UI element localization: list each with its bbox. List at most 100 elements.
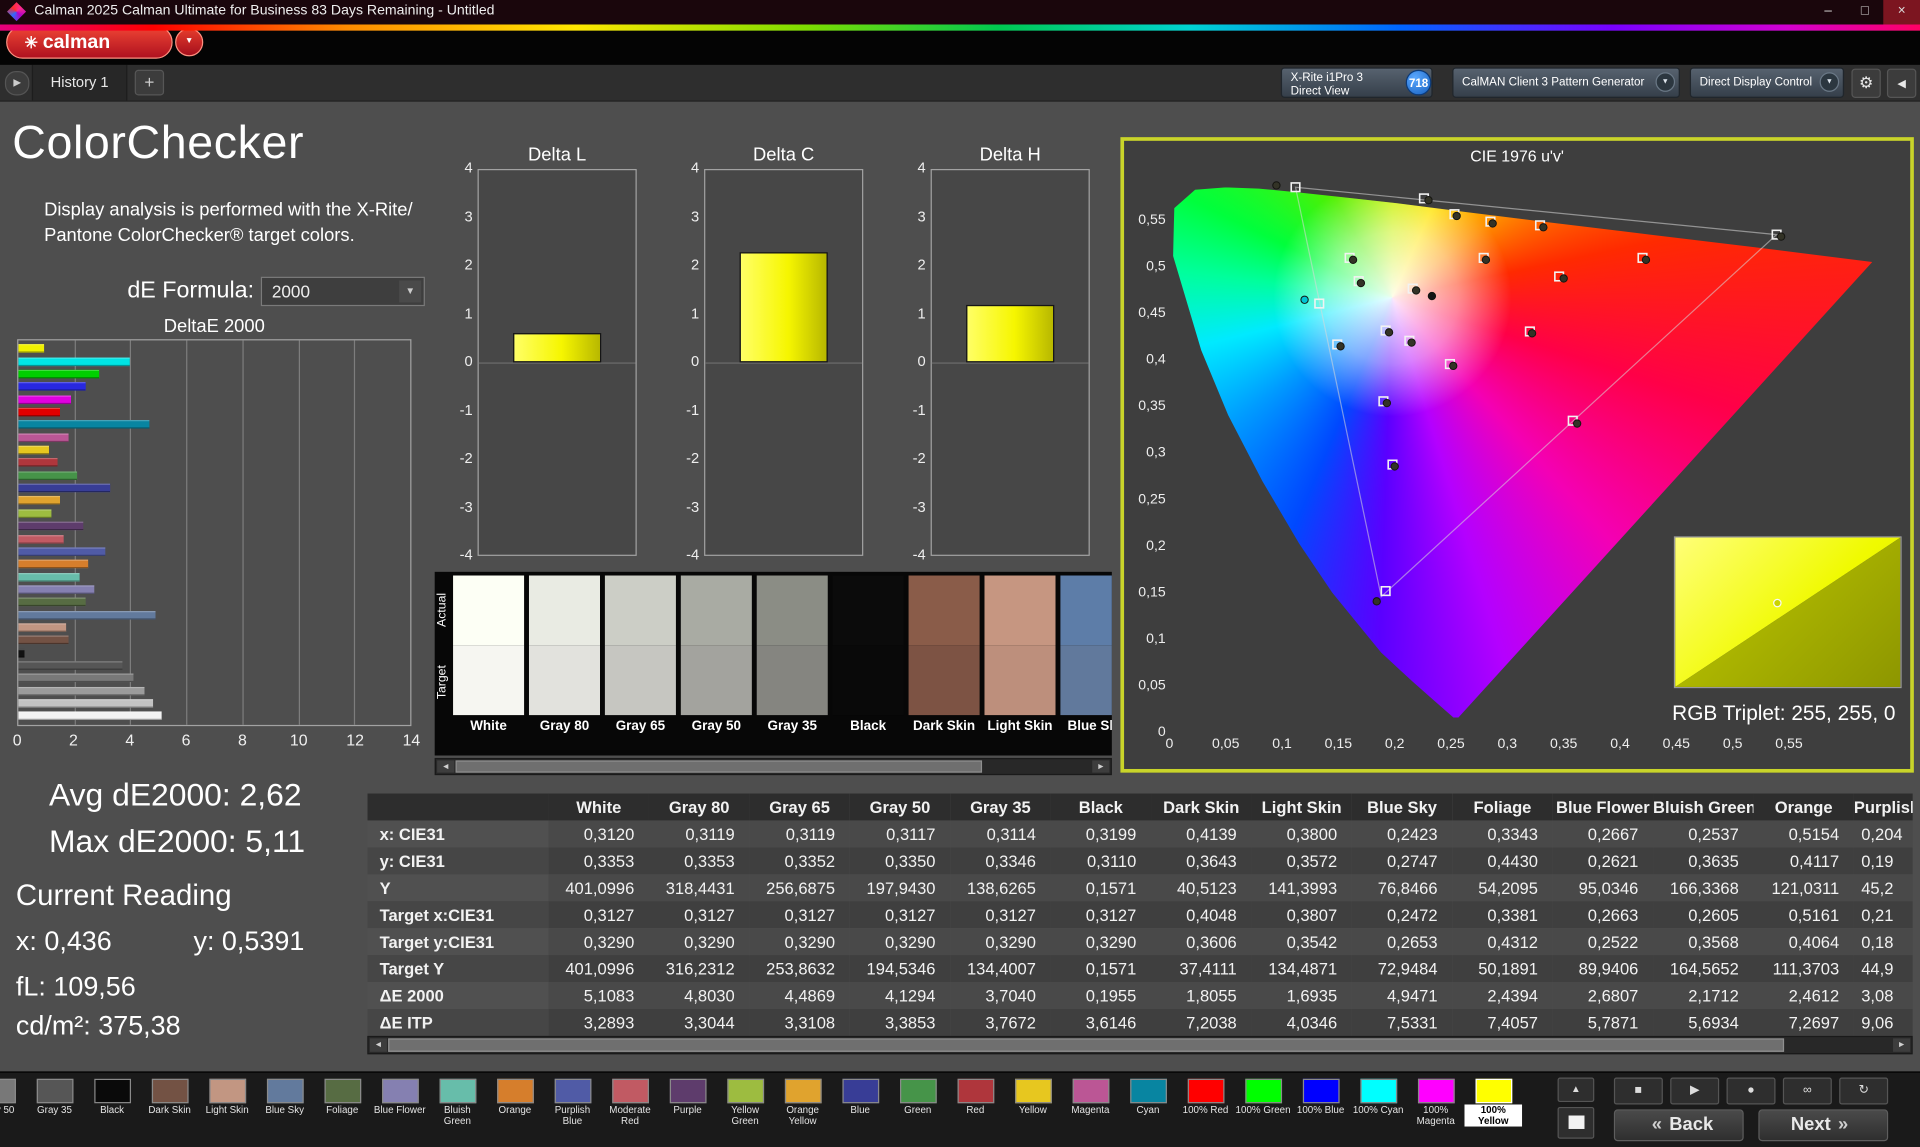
- row-label: y: CIE31: [367, 847, 548, 874]
- patch-button-green[interactable]: Green: [889, 1075, 947, 1144]
- deltae-bar: [18, 610, 155, 619]
- maximize-button[interactable]: □: [1847, 0, 1884, 24]
- scroll-right-icon[interactable]: ►: [1092, 760, 1109, 772]
- strip-swatch: Gray 50: [681, 576, 752, 738]
- patch-button-magenta[interactable]: Magenta: [1062, 1075, 1120, 1144]
- table-cell: 0,204: [1854, 820, 1913, 847]
- deltae-bar: [18, 484, 110, 493]
- strip-actual-swatch: [909, 576, 980, 646]
- patch-button-100-red[interactable]: 100% Red: [1177, 1075, 1235, 1144]
- patch-button-100-cyan[interactable]: 100% Cyan: [1349, 1075, 1407, 1144]
- table-cell: 7,4057: [1452, 1009, 1552, 1036]
- strip-swatch: Light Skin: [984, 576, 1055, 738]
- cie-xtick: 0,3: [1488, 737, 1527, 752]
- row-label: x: CIE31: [367, 820, 548, 847]
- patch-button-gray-35[interactable]: Gray 35: [26, 1075, 84, 1144]
- chevron-down-icon[interactable]: ▼: [399, 280, 421, 302]
- scroll-left-icon[interactable]: ◄: [370, 1038, 387, 1051]
- patch-label: 100% Yellow: [1464, 1104, 1522, 1126]
- delta-ytick: 3: [901, 208, 925, 225]
- delta-h-plot: [931, 169, 1090, 556]
- table-cell: 0,5161: [1753, 901, 1853, 928]
- gear-icon[interactable]: ⚙: [1851, 69, 1880, 98]
- column-header: Bluish Green: [1653, 793, 1753, 820]
- table-cell: 0,3290: [649, 928, 749, 955]
- scroll-left-icon[interactable]: ◄: [437, 760, 454, 772]
- table-cell: 0,3199: [1051, 820, 1151, 847]
- add-tab-button[interactable]: +: [135, 70, 164, 96]
- patch-button-100-yellow[interactable]: 100% Yellow: [1464, 1075, 1522, 1144]
- minimize-button[interactable]: –: [1810, 0, 1847, 24]
- patch-button-blue[interactable]: Blue: [831, 1075, 889, 1144]
- delta-ytick: 2: [901, 256, 925, 273]
- table-cell: 111,3703: [1753, 955, 1853, 982]
- patch-button-blue-sky[interactable]: Blue Sky: [256, 1075, 314, 1144]
- pattern-generator-dropdown[interactable]: CalMAN Client 3 Pattern Generator ▼: [1452, 67, 1680, 98]
- scrollbar-thumb[interactable]: [456, 760, 983, 772]
- table-cell: 0,4312: [1452, 928, 1552, 955]
- table-cell: 318,4431: [649, 874, 749, 901]
- patch-button-gray-50[interactable]: Gray 50: [0, 1075, 26, 1144]
- continuous-icon[interactable]: ∞: [1783, 1078, 1832, 1105]
- delta-l-chart: Delta L 43210-1-2-3-4: [448, 144, 641, 575]
- cie-ytick: 0,4: [1127, 353, 1166, 368]
- chevron-down-icon[interactable]: ▼: [1820, 72, 1840, 92]
- loop-icon[interactable]: ↻: [1839, 1078, 1888, 1105]
- patch-button-foliage[interactable]: Foliage: [313, 1075, 371, 1144]
- strip-scrollbar[interactable]: ◄ ►: [435, 758, 1112, 775]
- table-cell: 3,2893: [549, 1009, 649, 1036]
- cie-xtick: 0,45: [1657, 737, 1696, 752]
- stop-icon[interactable]: ■: [1614, 1078, 1663, 1105]
- de-formula-select[interactable]: 2000 ▼: [261, 277, 425, 306]
- tab-history-1[interactable]: History 1: [32, 65, 128, 101]
- deltae-xaxis: 02468101214: [17, 731, 411, 751]
- chevron-down-icon[interactable]: ▼: [1656, 72, 1676, 92]
- patch-button-100-magenta[interactable]: 100% Magenta: [1407, 1075, 1465, 1144]
- patch-button-light-skin[interactable]: Light Skin: [198, 1075, 256, 1144]
- patch-button-dark-skin[interactable]: Dark Skin: [141, 1075, 199, 1144]
- patch-buttons: Gray 50Gray 35BlackDark SkinLight SkinBl…: [0, 1075, 1522, 1144]
- deltae-bar: [18, 712, 161, 721]
- record-icon[interactable]: ●: [1727, 1078, 1776, 1105]
- patch-button-100-green[interactable]: 100% Green: [1234, 1075, 1292, 1144]
- patch-button-blue-flower[interactable]: Blue Flower: [371, 1075, 429, 1144]
- deltae-bar: [18, 357, 130, 366]
- play-icon[interactable]: ▶: [1670, 1078, 1719, 1105]
- patch-button-100-blue[interactable]: 100% Blue: [1292, 1075, 1350, 1144]
- cie-xtick: 0: [1150, 737, 1189, 752]
- calman-logo[interactable]: ✳calman: [6, 26, 173, 59]
- pattern-window-button[interactable]: [1558, 1107, 1595, 1139]
- table-cell: 0,19: [1854, 847, 1913, 874]
- patch-button-black[interactable]: Black: [83, 1075, 141, 1144]
- patch-button-orange[interactable]: Orange: [486, 1075, 544, 1144]
- patch-button-red[interactable]: Red: [947, 1075, 1005, 1144]
- patch-button-yellow-green[interactable]: Yellow Green: [716, 1075, 774, 1144]
- patch-button-purple[interactable]: Purple: [659, 1075, 717, 1144]
- patch-button-bluish-green[interactable]: Bluish Green: [429, 1075, 487, 1144]
- next-button[interactable]: Next»: [1758, 1109, 1888, 1141]
- display-control-dropdown[interactable]: Direct Display Control ▼: [1690, 67, 1844, 98]
- strip-swatch: Gray 80: [529, 576, 600, 738]
- patch-button-cyan[interactable]: Cyan: [1119, 1075, 1177, 1144]
- back-button[interactable]: «Back: [1614, 1109, 1744, 1141]
- patch-color-swatch: [381, 1079, 418, 1103]
- patch-button-moderate-red[interactable]: Moderate Red: [601, 1075, 659, 1144]
- layout-nav-button[interactable]: ▶: [5, 71, 29, 95]
- eject-icon[interactable]: ▲: [1558, 1078, 1595, 1102]
- cie-xtick: 0,2: [1375, 737, 1414, 752]
- delta-ytick: 4: [675, 159, 699, 176]
- column-header: Dark Skin: [1151, 793, 1251, 820]
- patch-button-yellow[interactable]: Yellow: [1004, 1075, 1062, 1144]
- close-button[interactable]: ×: [1883, 0, 1920, 24]
- table-scrollbar[interactable]: ◄ ►: [367, 1036, 1912, 1054]
- patch-button-orange-yellow[interactable]: Orange Yellow: [774, 1075, 832, 1144]
- table-cell: 45,2: [1854, 874, 1913, 901]
- strip-target-swatch: [529, 645, 600, 715]
- calman-menu-button[interactable]: ▼: [175, 28, 203, 56]
- patch-button-purplish-blue[interactable]: Purplish Blue: [544, 1075, 602, 1144]
- collapse-toolbar-button[interactable]: ◀: [1887, 69, 1916, 98]
- scroll-right-icon[interactable]: ►: [1893, 1038, 1910, 1051]
- delta-ytick: 4: [448, 159, 472, 176]
- scrollbar-thumb[interactable]: [388, 1038, 1784, 1051]
- table-cell: 3,3853: [850, 1009, 950, 1036]
